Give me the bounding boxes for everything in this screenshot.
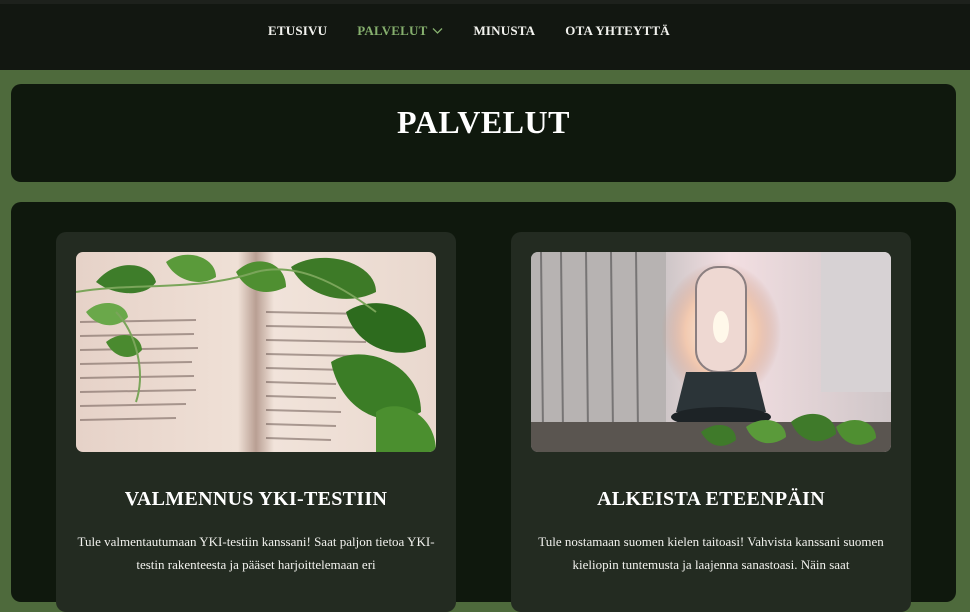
- main-nav: ETUSIVU PALVELUT MINUSTA OTA YHTEYTTÄ: [268, 23, 670, 39]
- service-description: Tule valmentautumaan YKI-testiin kanssan…: [77, 534, 435, 572]
- top-navigation-bar: ETUSIVU PALVELUT MINUSTA OTA YHTEYTTÄ: [0, 0, 970, 70]
- chevron-down-icon[interactable]: [432, 27, 443, 35]
- nav-item-ota-yhteytta[interactable]: OTA YHTEYTTÄ: [565, 23, 670, 39]
- nav-item-label: MINUSTA: [473, 23, 536, 38]
- nav-item-palvelut[interactable]: PALVELUT: [357, 23, 443, 39]
- service-card-yki[interactable]: VALMENNUS YKI-TESTIIN Tule valmentautuma…: [56, 232, 456, 612]
- service-card-alkeista[interactable]: ALKEISTA ETEENPÄIN Tule nostamaan suomen…: [511, 232, 911, 612]
- service-title: VALMENNUS YKI-TESTIIN: [124, 488, 388, 510]
- nav-item-minusta[interactable]: MINUSTA: [473, 23, 535, 39]
- nav-item-label: ETUSIVU: [268, 23, 328, 38]
- page-title: PALVELUT: [397, 104, 570, 140]
- lantern-and-ivy-photo: [531, 252, 891, 452]
- nav-item-label: PALVELUT: [357, 23, 428, 38]
- nav-item-label: OTA YHTEYTTÄ: [565, 23, 670, 38]
- nav-item-etusivu[interactable]: ETUSIVU: [268, 23, 327, 39]
- page-header-card: PALVELUT: [11, 84, 956, 182]
- open-book-with-ivy-photo: [76, 252, 436, 452]
- service-description: Tule nostamaan suomen kielen taitoasi! V…: [538, 534, 884, 572]
- service-title: ALKEISTA ETEENPÄIN: [597, 488, 825, 510]
